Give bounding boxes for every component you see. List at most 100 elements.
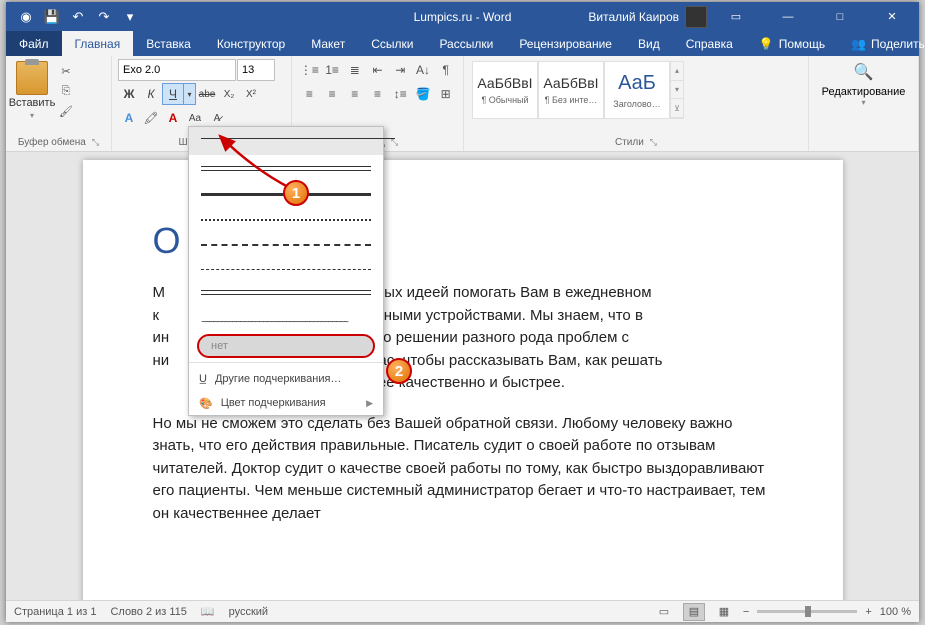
ribbon-options-icon[interactable]: ▭ <box>713 2 759 31</box>
dialog-launcher-icon[interactable]: ⤡ <box>650 137 657 148</box>
clipboard-icon <box>16 61 48 95</box>
align-center-button[interactable]: ≡ <box>321 83 344 105</box>
underline-color-item[interactable]: 🎨Цвет подчеркивания▶ <box>189 391 383 415</box>
align-right-button[interactable]: ≡ <box>343 83 366 105</box>
line-spacing-button[interactable]: ↕≡ <box>389 83 412 105</box>
chevron-right-icon: ▶ <box>366 398 373 409</box>
color-icon: 🎨 <box>199 397 213 410</box>
tab-design[interactable]: Конструктор <box>204 31 298 56</box>
more-underlines-item[interactable]: U̲Другие подчеркивания… <box>189 367 383 391</box>
underline-button[interactable]: Ч <box>162 83 184 105</box>
callout-marker-1: 1 <box>283 180 309 206</box>
tab-insert[interactable]: Вставка <box>133 31 204 56</box>
font-color-button[interactable]: A <box>162 107 184 129</box>
doc-paragraph: Но мы не сможем это сделать без Вашей об… <box>153 413 773 526</box>
tab-mailings[interactable]: Рассылки <box>426 31 506 56</box>
undo-icon[interactable]: ↶ <box>66 5 90 29</box>
copy-icon[interactable]: ⎘ <box>56 82 76 100</box>
style-nospacing[interactable]: АаБбВвІ ¶ Без инте… <box>538 61 604 119</box>
callout-marker-2: 2 <box>386 358 412 384</box>
underline-style-option[interactable] <box>201 258 371 280</box>
style-down-icon[interactable]: ▾ <box>671 81 683 100</box>
editing-button[interactable]: Редактирование <box>822 86 906 98</box>
autosave-icon[interactable]: ◉ <box>14 5 38 29</box>
status-page[interactable]: Страница 1 из 1 <box>14 606 96 618</box>
dialog-launcher-icon[interactable]: ⤡ <box>92 137 99 148</box>
dec-indent-button[interactable]: ⇤ <box>366 59 389 81</box>
paste-button[interactable]: Вставить ▾ <box>12 59 52 120</box>
ribbon: Вставить ▾ ✂ ⎘ 🖌 Буфер обмена ⤡ Exo 2.0 1… <box>6 56 919 152</box>
underline-style-option[interactable]: ~~~~~~~~~~~~~~~~~~~~~~~~~~~~~~~~~~~~~~ <box>201 308 371 330</box>
share-button[interactable]: 👥Поделиться <box>838 31 925 56</box>
underline-icon: U̲ <box>199 373 207 385</box>
underline-style-option[interactable] <box>201 158 371 180</box>
sort-button[interactable]: A↓ <box>412 59 435 81</box>
style-more-icon[interactable]: ⊻ <box>671 99 683 118</box>
underline-style-option[interactable] <box>201 208 371 230</box>
borders-button[interactable]: ⊞ <box>434 83 457 105</box>
print-layout-icon[interactable]: ▤ <box>683 603 705 621</box>
zoom-in-button[interactable]: + <box>865 606 871 618</box>
numbering-button[interactable]: 1≡ <box>321 59 344 81</box>
find-icon[interactable]: 🔍 <box>854 62 874 82</box>
subscript-button[interactable]: X₂ <box>218 83 240 105</box>
multilevel-button[interactable]: ≣ <box>343 59 366 81</box>
superscript-button[interactable]: X² <box>240 83 262 105</box>
zoom-slider[interactable] <box>757 610 857 613</box>
tab-references[interactable]: Ссылки <box>358 31 426 56</box>
window-title: Lumpics.ru - Word <box>414 10 512 24</box>
tab-help[interactable]: Справка <box>673 31 746 56</box>
style-heading1[interactable]: АаБ Заголово… <box>604 61 670 119</box>
bold-button[interactable]: Ж <box>118 83 140 105</box>
bullets-button[interactable]: ⋮≡ <box>298 59 321 81</box>
web-layout-icon[interactable]: ▦ <box>713 603 735 621</box>
shading-button[interactable]: 🪣 <box>412 83 435 105</box>
status-words[interactable]: Слово 2 из 115 <box>110 606 186 618</box>
zoom-level[interactable]: 100 % <box>880 606 911 618</box>
underline-style-option[interactable] <box>201 283 371 305</box>
spellcheck-icon[interactable]: 📖 <box>201 605 215 618</box>
underline-none-option[interactable]: нет <box>197 334 375 358</box>
tab-file[interactable]: Файл <box>6 31 62 56</box>
statusbar: Страница 1 из 1 Слово 2 из 115 📖 русский… <box>6 600 919 622</box>
tab-home[interactable]: Главная <box>62 31 134 56</box>
format-painter-icon[interactable]: 🖌 <box>56 102 76 120</box>
zoom-out-button[interactable]: − <box>743 606 749 618</box>
group-clipboard: Буфер обмена <box>18 137 86 148</box>
style-normal[interactable]: АаБбВвІ ¶ Обычный <box>472 61 538 119</box>
minimize-button[interactable]: — <box>765 2 811 31</box>
highlight-button[interactable]: 🖍 <box>140 107 162 129</box>
maximize-button[interactable]: □ <box>817 2 863 31</box>
underline-style-dropdown: ~~~~~~~~~~~~~~~~~~~~~~~~~~~~~~~~~~~~~~ н… <box>188 126 384 416</box>
text-effects-button[interactable]: A <box>118 107 140 129</box>
strike-button[interactable]: abe <box>196 83 218 105</box>
avatar[interactable] <box>685 6 707 28</box>
justify-button[interactable]: ≡ <box>366 83 389 105</box>
read-mode-icon[interactable]: ▭ <box>653 603 675 621</box>
font-size-combo[interactable]: 13 <box>237 59 275 81</box>
save-icon[interactable]: 💾 <box>40 5 64 29</box>
tab-layout[interactable]: Макет <box>298 31 358 56</box>
redo-icon[interactable]: ↷ <box>92 5 116 29</box>
qat-customize-icon[interactable]: ▾ <box>118 5 142 29</box>
ribbon-tabs: Файл Главная Вставка Конструктор Макет С… <box>6 31 919 56</box>
tab-view[interactable]: Вид <box>625 31 673 56</box>
underline-dropdown[interactable]: ▾ <box>184 83 196 105</box>
italic-button[interactable]: К <box>140 83 162 105</box>
cut-icon[interactable]: ✂ <box>56 62 76 80</box>
user-name[interactable]: Виталий Каиров <box>588 10 679 24</box>
style-up-icon[interactable]: ▴ <box>671 62 683 81</box>
close-button[interactable]: ✕ <box>869 2 915 31</box>
underline-style-option[interactable] <box>189 127 383 155</box>
tab-review[interactable]: Рецензирование <box>506 31 625 56</box>
group-styles: Стили <box>615 137 644 148</box>
inc-indent-button[interactable]: ⇥ <box>389 59 412 81</box>
show-marks-button[interactable]: ¶ <box>434 59 457 81</box>
align-left-button[interactable]: ≡ <box>298 83 321 105</box>
document-area: О Мxxxxxxxxxxxxxxxxxxxxxxдержимых идеей … <box>6 152 919 600</box>
titlebar: ◉ 💾 ↶ ↷ ▾ Lumpics.ru - Word Виталий Каир… <box>6 2 919 31</box>
font-name-combo[interactable]: Exo 2.0 <box>118 59 236 81</box>
status-lang[interactable]: русский <box>229 606 268 618</box>
tell-me[interactable]: 💡Помощь <box>746 31 838 56</box>
underline-style-option[interactable] <box>201 233 371 255</box>
